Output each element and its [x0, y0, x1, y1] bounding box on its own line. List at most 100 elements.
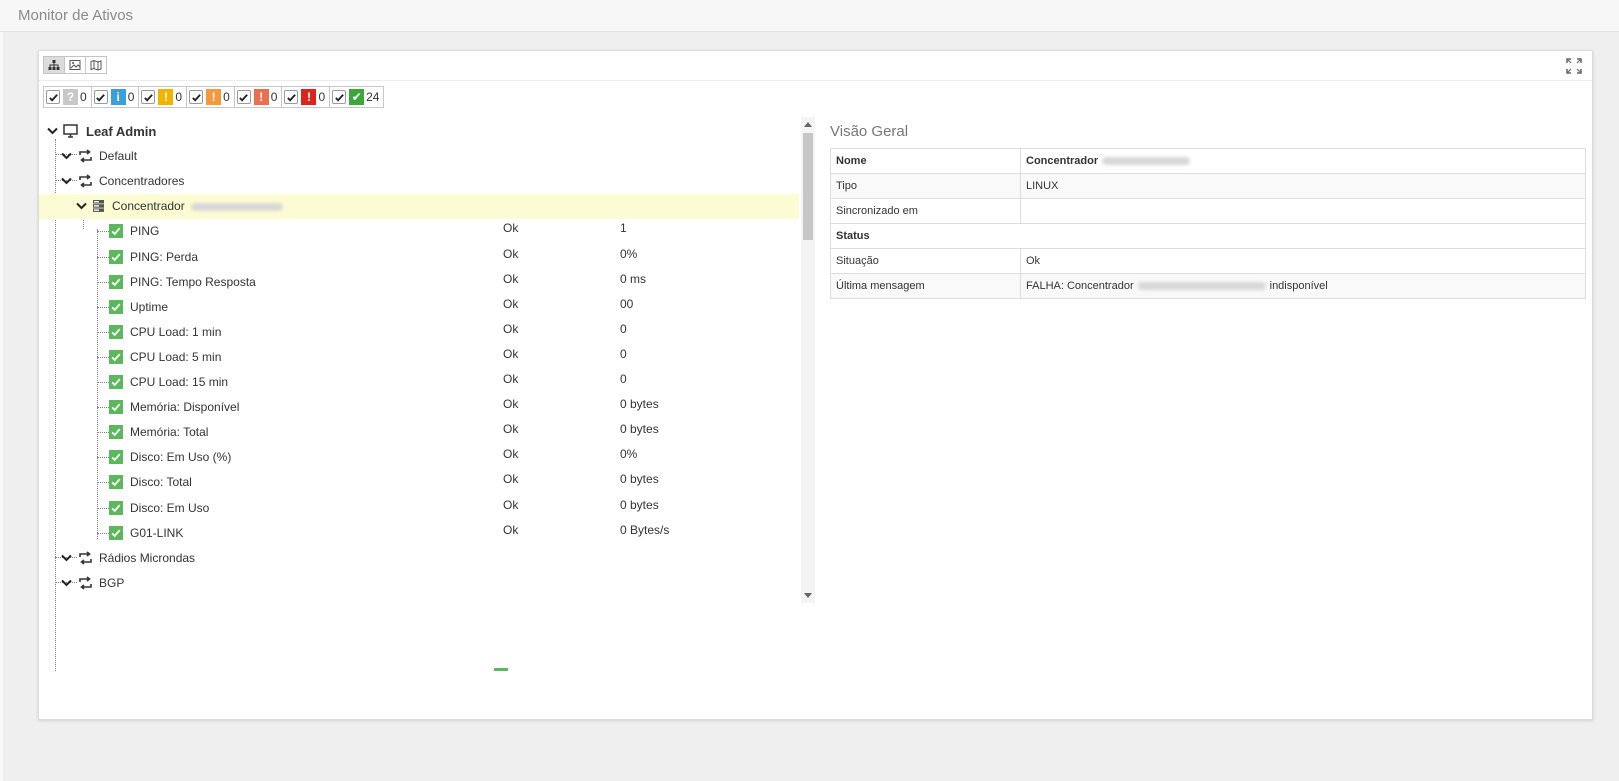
tree-node-group[interactable]: Concentradores [39, 169, 799, 194]
tree-node-concentrador[interactable]: Concentrador [39, 194, 799, 220]
overview-row: Última mensagem FALHA: Concentrador indisp… [830, 273, 1586, 299]
redacted-detail [1137, 282, 1266, 291]
overview-row: Situação Ok [830, 248, 1586, 274]
image-view-button[interactable] [64, 56, 86, 74]
node-label: G01-LINK [130, 525, 184, 540]
tree-node-metric[interactable]: Memória: Total Ok 0 bytes [39, 420, 799, 445]
tree-node-root[interactable]: Leaf Admin [39, 119, 799, 144]
filter-checkbox[interactable] [189, 90, 204, 104]
redacted-name [191, 203, 283, 212]
tree-node-metric[interactable]: Disco: Total Ok 0 bytes [39, 470, 799, 495]
tree-node-group[interactable]: Default [39, 144, 799, 169]
tree-node-metric[interactable]: Disco: Em Uso Ok 0 bytes [39, 496, 799, 521]
toolbar-divider [39, 80, 1592, 81]
filter-checkbox[interactable] [236, 90, 251, 104]
tree-node-metric[interactable]: G01-LINK Ok 0 Bytes/s [39, 521, 799, 546]
filter-checkbox[interactable] [284, 90, 299, 104]
tree-node-group[interactable]: Rádios Microndas [39, 546, 799, 571]
metric-status: Ok [503, 372, 519, 386]
overview-key: Sincronizado em [830, 198, 1021, 224]
expand-toggle-icon[interactable] [76, 201, 87, 210]
overview-value: LINUX [1026, 180, 1059, 192]
tree-view-icon [48, 60, 60, 70]
ok-status-icon [109, 299, 123, 314]
image-view-icon [69, 60, 81, 70]
tree-node-metric[interactable]: PING: Perda Ok 0% [39, 245, 799, 270]
tree-node-group[interactable]: BGP [39, 571, 799, 596]
tree-view-button[interactable] [43, 56, 65, 74]
filter-count: 0 [270, 90, 278, 104]
tree-node-metric[interactable]: PING: Tempo Resposta Ok 0 ms [39, 270, 799, 295]
ok-status-icon [109, 224, 123, 239]
node-label: Rádios Microndas [99, 550, 196, 565]
overview-value-cell: Concentrador [1020, 148, 1586, 174]
metric-value: 00 [620, 296, 634, 311]
tree-node-metric[interactable]: PING Ok 1 [39, 219, 799, 244]
filter-checkbox[interactable] [141, 90, 156, 104]
ok-status-icon [109, 274, 123, 289]
metric-value: 0% [620, 246, 638, 261]
overview-panel: Visão Geral Nome Concentrador Tipo LINUX Sin… [830, 123, 1586, 299]
map-view-button[interactable] [85, 56, 107, 74]
filter-checkbox[interactable] [93, 90, 108, 104]
scroll-down-arrow[interactable] [804, 593, 812, 598]
node-label: Memória: Total [130, 425, 209, 440]
expand-toggle-icon[interactable] [61, 553, 72, 562]
scroll-thumb[interactable] [803, 133, 813, 240]
scroll-up-arrow[interactable] [804, 122, 812, 127]
warning-orange-icon: ! [206, 89, 222, 105]
tree-node-metric[interactable]: Uptime Ok 00 [39, 295, 799, 320]
filter-alert-red-orange[interactable]: ! 0 [233, 86, 283, 108]
filter-info[interactable]: i0 [90, 86, 140, 108]
info-icon: i [110, 89, 126, 105]
overview-key: Nome [830, 148, 1021, 174]
metric-value: 0 bytes [620, 397, 659, 412]
overview-value-cell [1020, 198, 1586, 224]
ok-status-icon [109, 475, 123, 490]
tree-node-metric[interactable]: CPU Load: 1 min Ok 0 [39, 320, 799, 345]
ok-status-icon [109, 400, 123, 415]
filter-alert-red[interactable]: ! 0 [281, 86, 331, 108]
expand-toggle-icon[interactable] [47, 126, 58, 135]
metric-status: Ok [503, 522, 519, 537]
tree-node-metric[interactable]: CPU Load: 5 min Ok 0 [39, 345, 799, 370]
node-label: Memória: Disponível [130, 400, 240, 415]
group-loop-icon [78, 174, 93, 188]
tree-scrollbar[interactable] [801, 117, 815, 603]
filter-checkbox[interactable] [46, 90, 60, 104]
metric-value: 0 Bytes/s [620, 522, 670, 537]
metric-status: Ok [503, 422, 519, 437]
filter-warning-yellow[interactable]: ! 0 [138, 86, 188, 108]
filter-ok[interactable]: ✔ 24 [329, 86, 385, 108]
filter-checkbox[interactable] [332, 90, 347, 104]
metric-value: 0 bytes [620, 422, 659, 437]
expand-toggle-icon[interactable] [61, 578, 72, 587]
node-label: PING [130, 224, 160, 239]
expand-toggle-icon[interactable] [61, 151, 72, 160]
tree-node-metric[interactable]: Disco: Em Uso (%) Ok 0% [39, 445, 799, 470]
node-label: CPU Load: 5 min [130, 349, 222, 364]
metric-status: Ok [503, 346, 519, 361]
left-strip [0, 32, 3, 781]
overview-key: Tipo [830, 173, 1021, 199]
filter-question[interactable]: ? 0 [43, 86, 92, 108]
tree-node-metric[interactable]: Memória: Disponível Ok 0 bytes [39, 395, 799, 420]
filter-count: 24 [366, 90, 380, 104]
tree-node-metric[interactable]: CPU Load: 15 min Ok 0 [39, 370, 799, 395]
filter-count: 0 [127, 90, 135, 104]
filter-warning-orange[interactable]: ! 0 [186, 86, 235, 108]
redacted-name [1102, 157, 1191, 166]
node-label: Disco: Em Uso [130, 500, 210, 515]
status-section-header: Status [830, 223, 1586, 249]
expand-icon[interactable] [1566, 58, 1582, 74]
metric-value: 0% [620, 447, 638, 462]
metric-status: Ok [503, 271, 519, 286]
metric-status: Ok [503, 221, 519, 236]
metric-status: Ok [503, 246, 519, 261]
overview-key: Última mensagem [830, 273, 1021, 299]
group-loop-icon [78, 576, 93, 590]
alert-red-orange-icon: ! [253, 89, 269, 105]
expand-toggle-icon[interactable] [61, 176, 72, 185]
node-label: PING: Perda [130, 249, 199, 264]
metric-status: Ok [503, 321, 519, 336]
